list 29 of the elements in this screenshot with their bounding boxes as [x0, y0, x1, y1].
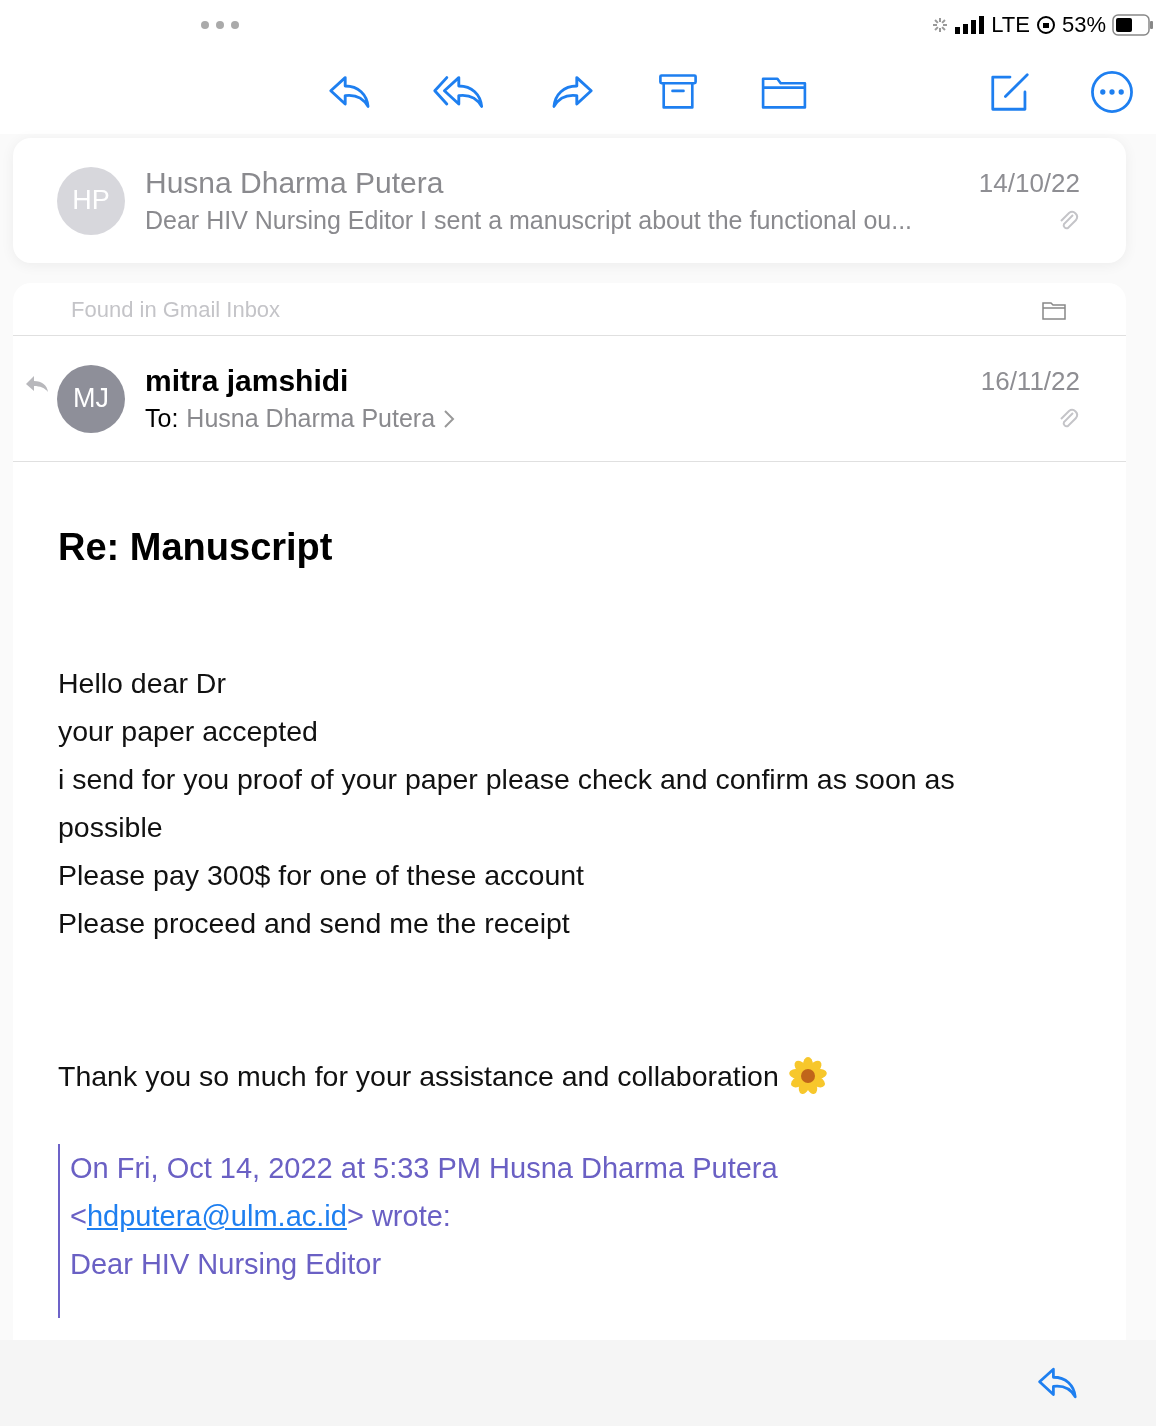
battery-icon — [1112, 14, 1154, 36]
quoted-text: Dear HIV Nursing Editor — [70, 1247, 383, 1282]
folder-icon — [1042, 300, 1066, 320]
body-text: your paper accepted — [58, 714, 319, 749]
email-link[interactable]: hdputera@ulm.ac.id — [86, 1200, 347, 1232]
loading-spinner-icon — [931, 16, 950, 34]
found-in-label: Found in Gmail Inbox — [71, 297, 281, 323]
sender-name: mitra jamshidi — [145, 364, 349, 398]
signal-icon — [955, 16, 986, 34]
body-text: Please proceed and send me the receipt — [58, 906, 571, 941]
sender-name: Husna Dharma Putera — [145, 166, 444, 200]
message-date: 14/10/22 — [978, 167, 1080, 199]
battery-percentage: 53% — [1061, 12, 1106, 38]
chevron-right-icon — [443, 408, 456, 429]
message-preview: Dear HIV Nursing Editor I sent a manuscript about the functional ou... — [145, 206, 913, 235]
rotation-lock-icon — [1035, 15, 1056, 35]
body-text: Please pay 300$ for one of these account — [58, 858, 586, 893]
closing-text: Thank you so much for your assistance and collaboration — [58, 1059, 779, 1094]
recipient-link[interactable]: Husna Dharma Putera — [186, 404, 436, 433]
subject: Re: Manuscript — [58, 526, 334, 569]
body-text: Hello dear Dr — [58, 666, 227, 701]
network-label: LTE — [991, 12, 1030, 38]
to-label: To: — [145, 404, 179, 433]
more-dots-icon — [200, 20, 240, 30]
message-date: 16/11/22 — [980, 365, 1080, 397]
body-text: i send for you proof of your paper please check and confirm as soon as possible — [58, 762, 956, 845]
quote-attribution: On Fri, Oct 14, 2022 at 5:33 PM Husna Dharma Putera <hdputera@ulm.ac.id> wrote: — [70, 1151, 779, 1234]
avatar: MJ — [57, 364, 125, 433]
flower-icon — [788, 1057, 827, 1095]
